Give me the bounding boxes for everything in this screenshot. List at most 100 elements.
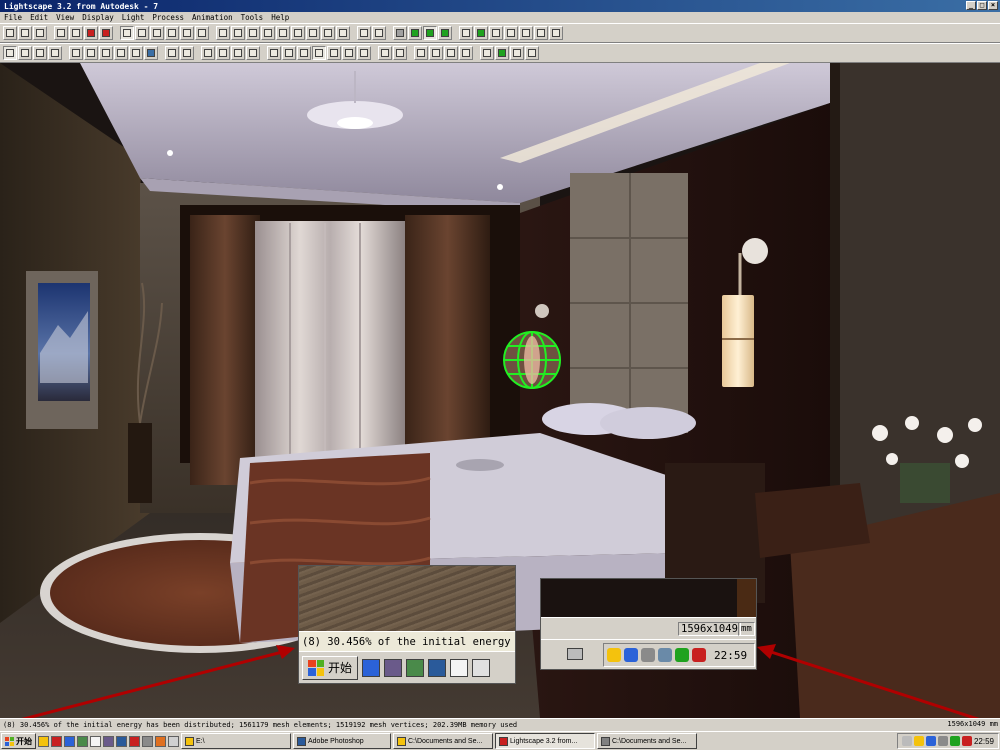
task-lightscape[interactable]: Lightscape 3.2 from... [495, 733, 595, 749]
rotate-right-icon[interactable] [393, 46, 407, 60]
ray-trace-icon[interactable] [519, 26, 533, 40]
quicklaunch-desktop-icon[interactable] [77, 735, 88, 747]
views-icon[interactable] [525, 46, 539, 60]
blocks-icon[interactable] [510, 46, 524, 60]
quicklaunch-app-icon[interactable] [51, 735, 62, 747]
help-icon[interactable] [84, 26, 98, 40]
quicklaunch-ie-icon[interactable] [64, 735, 75, 747]
process-icon[interactable] [459, 26, 473, 40]
quicklaunch-app2-icon[interactable] [116, 735, 127, 747]
antivirus-icon[interactable] [961, 736, 972, 746]
task-explorer-e[interactable]: E:\ [181, 733, 291, 749]
menu-help[interactable]: Help [270, 13, 290, 22]
task-documents-2[interactable]: C:\Documents and Se... [597, 733, 697, 749]
layer-icon-3[interactable] [165, 26, 179, 40]
snap-icon[interactable] [201, 46, 215, 60]
properties-icon[interactable] [114, 46, 128, 60]
image-icon[interactable] [372, 26, 386, 40]
axis-xy-icon[interactable] [312, 46, 326, 60]
texture-icon[interactable] [438, 26, 452, 40]
align-icon[interactable] [414, 46, 428, 60]
menu-view[interactable]: View [55, 13, 75, 22]
axis-y-icon[interactable] [282, 46, 296, 60]
quicklaunch-app6-icon[interactable] [168, 735, 179, 747]
paste-icon[interactable] [84, 46, 98, 60]
dolly-icon[interactable] [336, 26, 350, 40]
options-icon[interactable] [549, 26, 563, 40]
network-icon[interactable] [925, 736, 936, 746]
zoom-out-icon[interactable] [231, 26, 245, 40]
menu-tools[interactable]: Tools [240, 13, 265, 22]
layers-icon[interactable] [480, 46, 494, 60]
figure-icon[interactable] [459, 46, 473, 60]
quicklaunch-window-icon[interactable] [90, 735, 101, 747]
task-photoshop[interactable]: Adobe Photoshop [293, 733, 391, 749]
snap-point-icon[interactable] [246, 46, 260, 60]
quicklaunch-app4-icon[interactable] [142, 735, 153, 747]
rotate-left-icon[interactable] [378, 46, 392, 60]
delete-icon[interactable] [99, 46, 113, 60]
select-object-icon[interactable] [33, 46, 47, 60]
close-button[interactable]: × [988, 1, 998, 10]
wireframe-icon[interactable] [393, 26, 407, 40]
layer-icon-1[interactable] [135, 26, 149, 40]
menu-edit[interactable]: Edit [29, 13, 49, 22]
context-help-icon[interactable] [99, 26, 113, 40]
axis-z-icon[interactable] [297, 46, 311, 60]
start-button[interactable]: 开始 [1, 733, 36, 749]
minimize-button[interactable]: _ [966, 1, 976, 10]
menu-animation[interactable]: Animation [191, 13, 234, 22]
save-file-icon[interactable] [33, 26, 47, 40]
move-icon[interactable] [129, 46, 143, 60]
qq-icon[interactable] [913, 736, 924, 746]
print-icon[interactable] [69, 26, 83, 40]
menu-light[interactable]: Light [121, 13, 146, 22]
stop-icon[interactable] [489, 26, 503, 40]
select-block-icon[interactable] [48, 46, 62, 60]
mirror-icon[interactable] [444, 46, 458, 60]
ortho-icon[interactable] [231, 46, 245, 60]
layer-icon-4[interactable] [180, 26, 194, 40]
layer-icon-2[interactable] [150, 26, 164, 40]
light-icon[interactable] [144, 46, 158, 60]
copy-icon[interactable] [69, 46, 83, 60]
walk-icon[interactable] [306, 26, 320, 40]
new-file-icon[interactable] [3, 26, 17, 40]
axis-yz-icon[interactable] [327, 46, 341, 60]
statistics-icon[interactable] [534, 26, 548, 40]
target-icon[interactable] [180, 46, 194, 60]
menu-process[interactable]: Process [151, 13, 185, 22]
axis-x-icon[interactable] [267, 46, 281, 60]
rotate-view-icon[interactable] [321, 26, 335, 40]
volume-icon[interactable] [937, 736, 948, 746]
zoom-window-icon[interactable] [246, 26, 260, 40]
zoom-in-icon[interactable] [216, 26, 230, 40]
pan-icon[interactable] [276, 26, 290, 40]
menu-file[interactable]: File [3, 13, 23, 22]
mesh-icon[interactable] [504, 26, 518, 40]
orbit-icon[interactable] [291, 26, 305, 40]
zoom-all-icon[interactable] [261, 26, 275, 40]
task-documents-1[interactable]: C:\Documents and Se... [393, 733, 493, 749]
update-icon[interactable] [949, 736, 960, 746]
materials-icon[interactable] [495, 46, 509, 60]
go-icon[interactable] [474, 26, 488, 40]
quicklaunch-app5-icon[interactable] [155, 735, 166, 747]
select-mode-icon[interactable] [120, 26, 134, 40]
maximize-button[interactable]: □ [977, 1, 987, 10]
quicklaunch-folder-icon[interactable] [38, 735, 49, 747]
axis-xz-icon[interactable] [342, 46, 356, 60]
solution-display-icon[interactable] [423, 26, 437, 40]
shaded-icon[interactable] [408, 26, 422, 40]
scale-icon[interactable] [429, 46, 443, 60]
layer-icon-5[interactable] [195, 26, 209, 40]
pointer-icon[interactable] [3, 46, 17, 60]
select-surface-icon[interactable] [18, 46, 32, 60]
render-icon[interactable] [357, 26, 371, 40]
menu-display[interactable]: Display [81, 13, 115, 22]
camera-icon[interactable] [165, 46, 179, 60]
open-file-icon[interactable] [18, 26, 32, 40]
undo-icon[interactable] [54, 26, 68, 40]
quicklaunch-media-icon[interactable] [103, 735, 114, 747]
axis-all-icon[interactable] [357, 46, 371, 60]
